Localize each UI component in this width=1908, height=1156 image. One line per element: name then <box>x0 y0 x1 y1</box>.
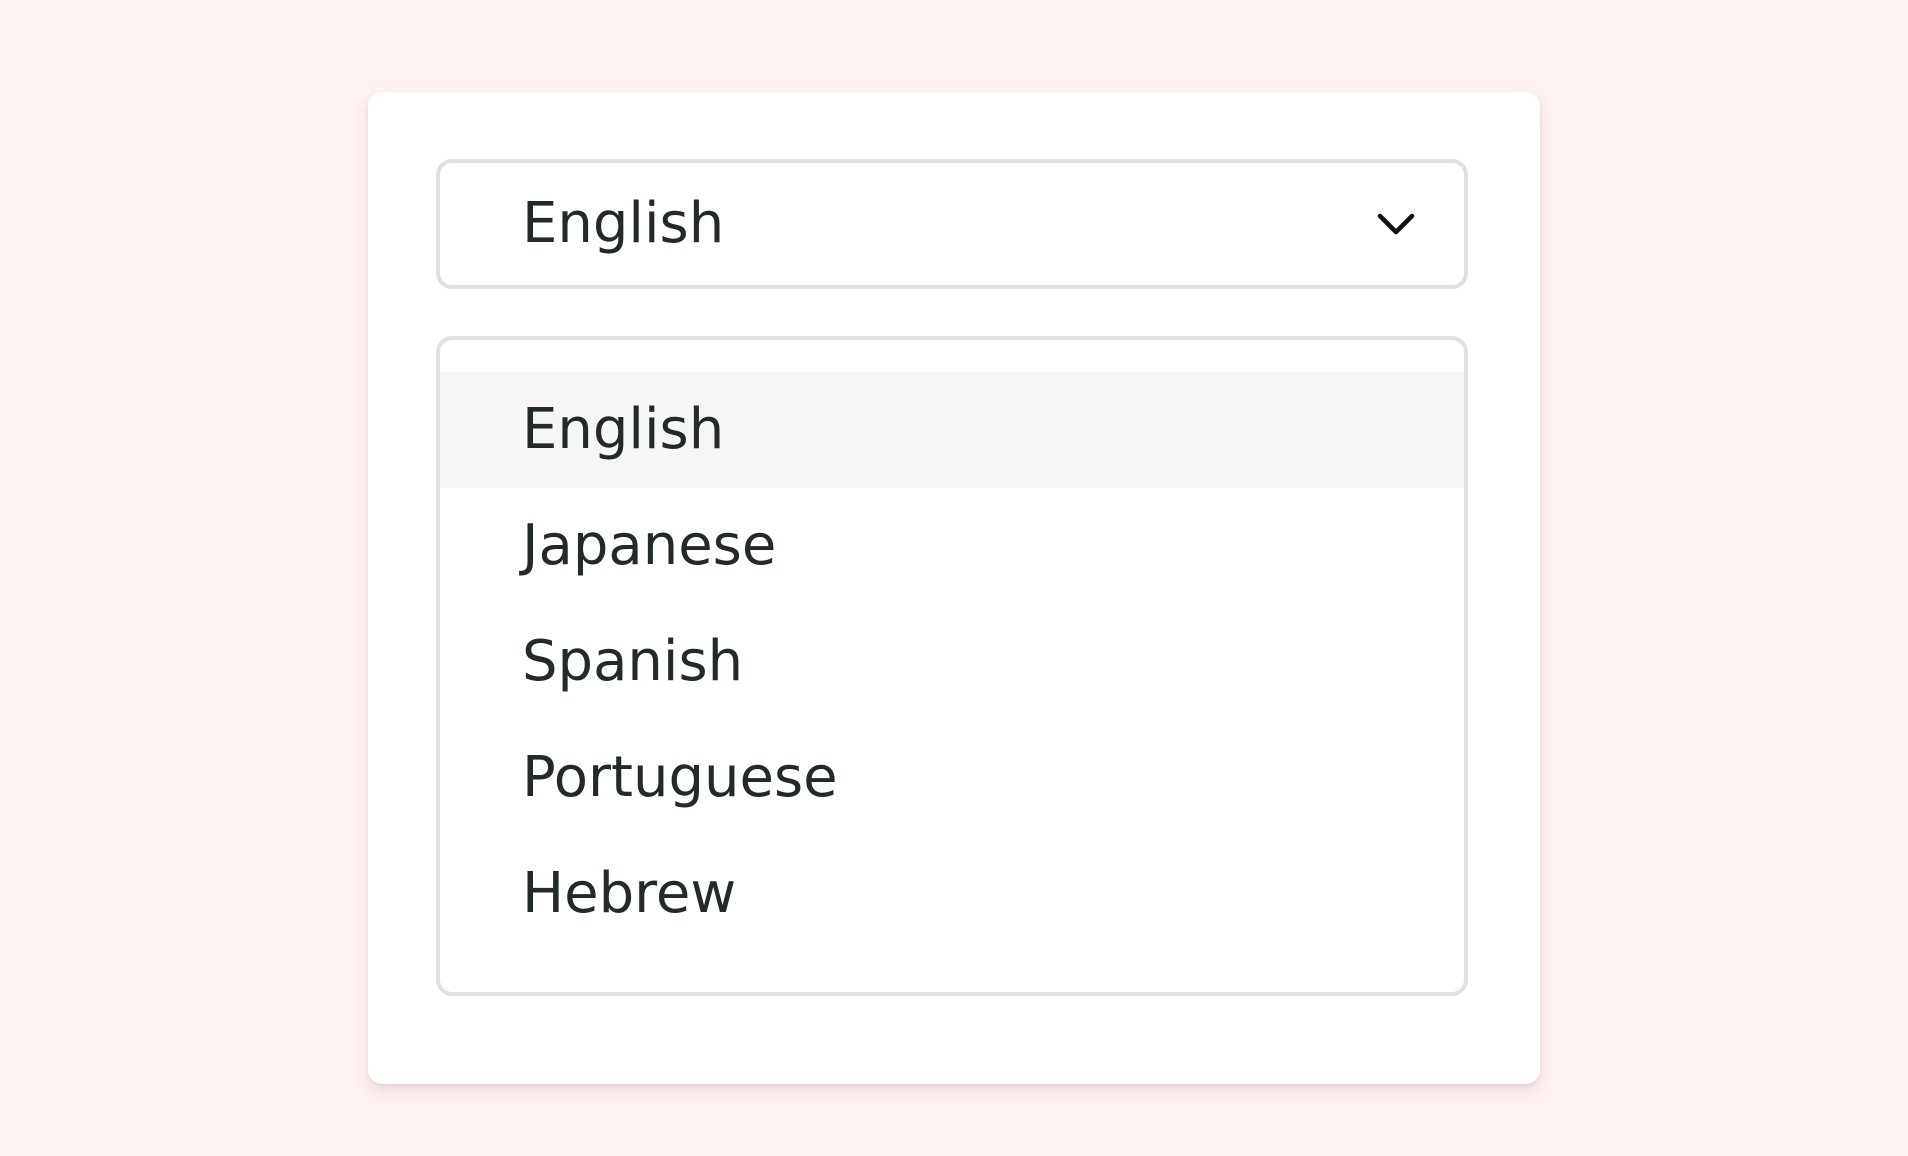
option-spanish[interactable]: Spanish <box>440 604 1464 720</box>
option-japanese[interactable]: Japanese <box>440 488 1464 604</box>
option-portuguese[interactable]: Portuguese <box>440 720 1464 836</box>
language-picker-card: English English Japanese Spanish Portugu… <box>368 92 1540 1084</box>
option-english[interactable]: English <box>440 372 1464 488</box>
option-hebrew[interactable]: Hebrew <box>440 836 1464 952</box>
selected-language: English <box>522 191 725 256</box>
chevron-down-icon <box>1377 213 1415 235</box>
language-dropdown-list: English Japanese Spanish Portuguese Hebr… <box>436 336 1468 996</box>
language-select[interactable]: English <box>436 159 1468 289</box>
